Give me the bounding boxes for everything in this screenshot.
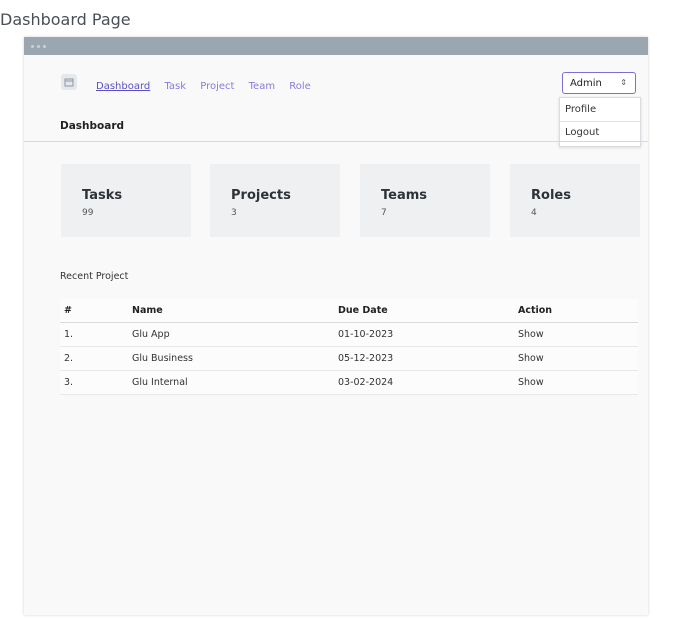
user-menu-selected: Admin [570, 78, 602, 89]
user-menu-select[interactable]: Admin ⇕ [562, 72, 636, 94]
window-dot-icon [31, 45, 34, 48]
updown-arrows-icon: ⇕ [620, 78, 627, 87]
window-dot-icon [37, 45, 40, 48]
stat-card-value: 99 [82, 208, 94, 218]
browser-window: Dashboard Task Project Team Role Admin ⇕… [24, 37, 648, 615]
row-number: 1. [60, 322, 132, 347]
project-due-date: 05-12-2023 [338, 346, 518, 371]
top-nav: Dashboard Task Project Team Role [96, 81, 322, 92]
calendar-icon-glyph [64, 78, 74, 87]
project-name: Glu App [132, 322, 338, 347]
menu-item-logout[interactable]: Logout [565, 127, 599, 138]
calendar-icon[interactable] [61, 74, 77, 90]
stat-card-roles[interactable]: Roles 4 [510, 164, 640, 237]
column-header-number: # [60, 299, 132, 323]
table-row: 2. Glu Business 05-12-2023 Show [60, 346, 638, 371]
header-divider [24, 141, 648, 142]
stat-card-title: Teams [381, 188, 428, 203]
nav-link-dashboard[interactable]: Dashboard [96, 81, 150, 92]
column-header-action: Action [518, 299, 638, 323]
table-header-row: # Name Due Date Action [60, 299, 638, 323]
stat-card-teams[interactable]: Teams 7 [360, 164, 490, 237]
table-row: 1. Glu App 01-10-2023 Show [60, 322, 638, 347]
stat-card-title: Tasks [82, 188, 123, 203]
show-action[interactable]: Show [518, 370, 638, 395]
user-menu-dropdown: Profile Logout [559, 97, 641, 147]
stat-card-title: Roles [531, 188, 571, 203]
show-action[interactable]: Show [518, 322, 638, 347]
column-header-due-date: Due Date [338, 299, 518, 323]
project-name: Glu Internal [132, 370, 338, 395]
stat-card-value: 3 [231, 208, 237, 218]
nav-link-team[interactable]: Team [249, 81, 275, 92]
column-header-name: Name [132, 299, 338, 323]
project-name: Glu Business [132, 346, 338, 371]
project-due-date: 01-10-2023 [338, 322, 518, 347]
project-due-date: 03-02-2024 [338, 370, 518, 395]
nav-link-task[interactable]: Task [164, 81, 186, 92]
recent-projects-title: Recent Project [60, 271, 129, 282]
stat-card-value: 7 [381, 208, 387, 218]
row-number: 3. [60, 370, 132, 395]
row-number: 2. [60, 346, 132, 371]
menu-item-profile[interactable]: Profile [565, 104, 596, 115]
stat-card-tasks[interactable]: Tasks 99 [61, 164, 191, 237]
recent-projects-table: # Name Due Date Action 1. Glu App 01-10-… [60, 299, 638, 395]
section-title: Dashboard [60, 120, 125, 132]
page-title: Dashboard Page [0, 10, 131, 29]
table-row: 3. Glu Internal 03-02-2024 Show [60, 370, 638, 395]
window-dot-icon [43, 45, 46, 48]
window-titlebar [24, 37, 648, 55]
menu-divider [560, 121, 640, 122]
nav-link-project[interactable]: Project [200, 81, 234, 92]
stat-card-value: 4 [531, 208, 537, 218]
nav-link-role[interactable]: Role [289, 81, 311, 92]
stat-card-projects[interactable]: Projects 3 [210, 164, 340, 237]
stat-card-title: Projects [231, 188, 291, 203]
show-action[interactable]: Show [518, 346, 638, 371]
